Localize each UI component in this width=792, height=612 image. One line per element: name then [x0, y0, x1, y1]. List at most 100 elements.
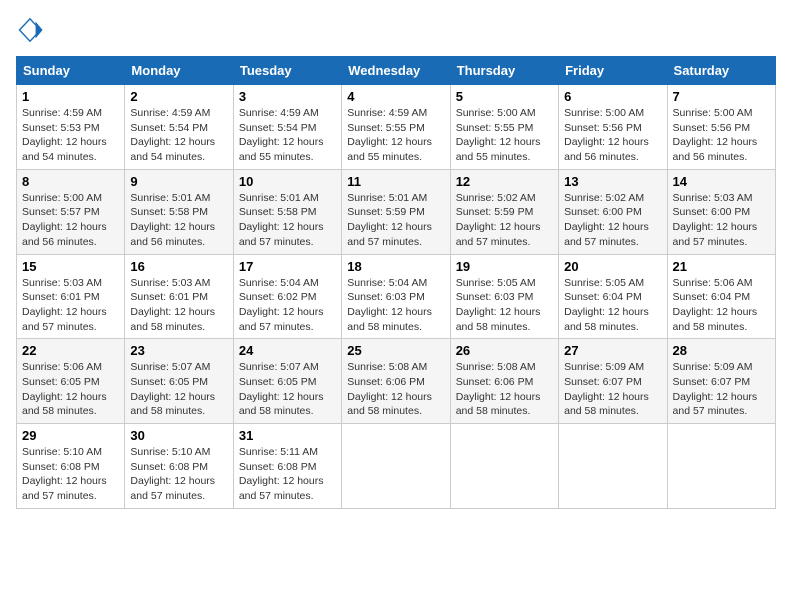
calendar-cell: 12Sunrise: 5:02 AMSunset: 5:59 PMDayligh…: [450, 169, 558, 254]
calendar-cell: 22 Sunrise: 5:06 AMSunset: 6:05 PMDayligh…: [17, 339, 125, 424]
day-number: 10: [239, 174, 336, 189]
page-header: [16, 16, 776, 44]
cell-info: Sunrise: 5:08 AMSunset: 6:06 PMDaylight:…: [347, 360, 444, 419]
calendar-cell: 7 Sunrise: 5:00 AMSunset: 5:56 PMDaylight…: [667, 85, 775, 170]
cell-info: Sunrise: 5:03 AMSunset: 6:01 PMDaylight:…: [130, 276, 227, 335]
calendar-cell: 24 Sunrise: 5:07 AMSunset: 6:05 PMDayligh…: [233, 339, 341, 424]
calendar-table: SundayMondayTuesdayWednesdayThursdayFrid…: [16, 56, 776, 509]
calendar-body: 1Sunrise: 4:59 AMSunset: 5:53 PMDaylight…: [17, 85, 776, 509]
week-row-4: 22 Sunrise: 5:06 AMSunset: 6:05 PMDayligh…: [17, 339, 776, 424]
cell-info: Sunrise: 5:10 AMSunset: 6:08 PMDaylight:…: [22, 445, 119, 504]
calendar-cell: 18 Sunrise: 5:04 AMSunset: 6:03 PMDayligh…: [342, 254, 450, 339]
cell-info: Sunrise: 5:01 AMSunset: 5:58 PMDaylight:…: [239, 191, 336, 250]
calendar-cell: 11Sunrise: 5:01 AMSunset: 5:59 PMDayligh…: [342, 169, 450, 254]
day-number: 26: [456, 343, 553, 358]
calendar-cell: 10 Sunrise: 5:01 AMSunset: 5:58 PMDayligh…: [233, 169, 341, 254]
day-number: 3: [239, 89, 336, 104]
calendar-cell: 25 Sunrise: 5:08 AMSunset: 6:06 PMDayligh…: [342, 339, 450, 424]
calendar-cell: 20 Sunrise: 5:05 AMSunset: 6:04 PMDayligh…: [559, 254, 667, 339]
cell-info: Sunrise: 5:06 AMSunset: 6:05 PMDaylight:…: [22, 360, 119, 419]
calendar-cell: 16Sunrise: 5:03 AMSunset: 6:01 PMDayligh…: [125, 254, 233, 339]
day-number: 4: [347, 89, 444, 104]
cell-info: Sunrise: 5:02 AMSunset: 6:00 PMDaylight:…: [564, 191, 661, 250]
calendar-cell: [559, 424, 667, 509]
cell-info: Sunrise: 5:07 AMSunset: 6:05 PMDaylight:…: [130, 360, 227, 419]
week-row-2: 8 Sunrise: 5:00 AMSunset: 5:57 PMDaylight…: [17, 169, 776, 254]
day-number: 2: [130, 89, 227, 104]
cell-info: Sunrise: 5:04 AMSunset: 6:02 PMDaylight:…: [239, 276, 336, 335]
column-header-saturday: Saturday: [667, 57, 775, 85]
cell-info: Sunrise: 5:00 AMSunset: 5:56 PMDaylight:…: [673, 106, 770, 165]
cell-info: Sunrise: 5:05 AMSunset: 6:04 PMDaylight:…: [564, 276, 661, 335]
column-header-friday: Friday: [559, 57, 667, 85]
cell-info: Sunrise: 5:11 AMSunset: 6:08 PMDaylight:…: [239, 445, 336, 504]
day-number: 30: [130, 428, 227, 443]
day-number: 12: [456, 174, 553, 189]
day-number: 9: [130, 174, 227, 189]
cell-info: Sunrise: 5:08 AMSunset: 6:06 PMDaylight:…: [456, 360, 553, 419]
week-row-5: 29 Sunrise: 5:10 AMSunset: 6:08 PMDayligh…: [17, 424, 776, 509]
day-number: 6: [564, 89, 661, 104]
calendar-cell: 17 Sunrise: 5:04 AMSunset: 6:02 PMDayligh…: [233, 254, 341, 339]
logo-icon: [16, 16, 44, 44]
day-number: 31: [239, 428, 336, 443]
cell-info: Sunrise: 4:59 AMSunset: 5:53 PMDaylight:…: [22, 106, 119, 165]
calendar-cell: 3 Sunrise: 4:59 AMSunset: 5:54 PMDaylight…: [233, 85, 341, 170]
day-number: 13: [564, 174, 661, 189]
cell-info: Sunrise: 4:59 AMSunset: 5:54 PMDaylight:…: [239, 106, 336, 165]
day-number: 24: [239, 343, 336, 358]
day-number: 25: [347, 343, 444, 358]
column-header-monday: Monday: [125, 57, 233, 85]
calendar-cell: 5 Sunrise: 5:00 AMSunset: 5:55 PMDaylight…: [450, 85, 558, 170]
column-header-sunday: Sunday: [17, 57, 125, 85]
day-number: 7: [673, 89, 770, 104]
calendar-cell: 27Sunrise: 5:09 AMSunset: 6:07 PMDayligh…: [559, 339, 667, 424]
day-number: 14: [673, 174, 770, 189]
day-number: 29: [22, 428, 119, 443]
calendar-cell: 15 Sunrise: 5:03 AMSunset: 6:01 PMDayligh…: [17, 254, 125, 339]
cell-info: Sunrise: 4:59 AMSunset: 5:54 PMDaylight:…: [130, 106, 227, 165]
calendar-cell: 19Sunrise: 5:05 AMSunset: 6:03 PMDayligh…: [450, 254, 558, 339]
cell-info: Sunrise: 5:00 AMSunset: 5:57 PMDaylight:…: [22, 191, 119, 250]
calendar-cell: 30Sunrise: 5:10 AMSunset: 6:08 PMDayligh…: [125, 424, 233, 509]
calendar-cell: 6 Sunrise: 5:00 AMSunset: 5:56 PMDaylight…: [559, 85, 667, 170]
day-number: 18: [347, 259, 444, 274]
cell-info: Sunrise: 5:04 AMSunset: 6:03 PMDaylight:…: [347, 276, 444, 335]
calendar-cell: 8 Sunrise: 5:00 AMSunset: 5:57 PMDaylight…: [17, 169, 125, 254]
day-number: 19: [456, 259, 553, 274]
week-row-1: 1Sunrise: 4:59 AMSunset: 5:53 PMDaylight…: [17, 85, 776, 170]
day-number: 17: [239, 259, 336, 274]
day-number: 5: [456, 89, 553, 104]
column-header-thursday: Thursday: [450, 57, 558, 85]
calendar-cell: 29 Sunrise: 5:10 AMSunset: 6:08 PMDayligh…: [17, 424, 125, 509]
day-number: 23: [130, 343, 227, 358]
calendar-cell: [450, 424, 558, 509]
day-number: 28: [673, 343, 770, 358]
cell-info: Sunrise: 5:06 AMSunset: 6:04 PMDaylight:…: [673, 276, 770, 335]
calendar-cell: 13 Sunrise: 5:02 AMSunset: 6:00 PMDayligh…: [559, 169, 667, 254]
calendar-cell: 2 Sunrise: 4:59 AMSunset: 5:54 PMDaylight…: [125, 85, 233, 170]
logo: [16, 16, 48, 44]
week-row-3: 15 Sunrise: 5:03 AMSunset: 6:01 PMDayligh…: [17, 254, 776, 339]
calendar-cell: [342, 424, 450, 509]
cell-info: Sunrise: 5:00 AMSunset: 5:56 PMDaylight:…: [564, 106, 661, 165]
cell-info: Sunrise: 5:09 AMSunset: 6:07 PMDaylight:…: [673, 360, 770, 419]
cell-info: Sunrise: 5:03 AMSunset: 6:00 PMDaylight:…: [673, 191, 770, 250]
calendar-cell: 21Sunrise: 5:06 AMSunset: 6:04 PMDayligh…: [667, 254, 775, 339]
cell-info: Sunrise: 5:00 AMSunset: 5:55 PMDaylight:…: [456, 106, 553, 165]
day-number: 15: [22, 259, 119, 274]
day-number: 20: [564, 259, 661, 274]
day-number: 8: [22, 174, 119, 189]
day-number: 22: [22, 343, 119, 358]
column-header-wednesday: Wednesday: [342, 57, 450, 85]
day-number: 27: [564, 343, 661, 358]
calendar-header-row: SundayMondayTuesdayWednesdayThursdayFrid…: [17, 57, 776, 85]
cell-info: Sunrise: 5:03 AMSunset: 6:01 PMDaylight:…: [22, 276, 119, 335]
calendar-cell: 14 Sunrise: 5:03 AMSunset: 6:00 PMDayligh…: [667, 169, 775, 254]
calendar-cell: 26 Sunrise: 5:08 AMSunset: 6:06 PMDayligh…: [450, 339, 558, 424]
calendar-cell: 31 Sunrise: 5:11 AMSunset: 6:08 PMDayligh…: [233, 424, 341, 509]
calendar-cell: 23 Sunrise: 5:07 AMSunset: 6:05 PMDayligh…: [125, 339, 233, 424]
day-number: 11: [347, 174, 444, 189]
cell-info: Sunrise: 5:07 AMSunset: 6:05 PMDaylight:…: [239, 360, 336, 419]
calendar-cell: 28 Sunrise: 5:09 AMSunset: 6:07 PMDayligh…: [667, 339, 775, 424]
